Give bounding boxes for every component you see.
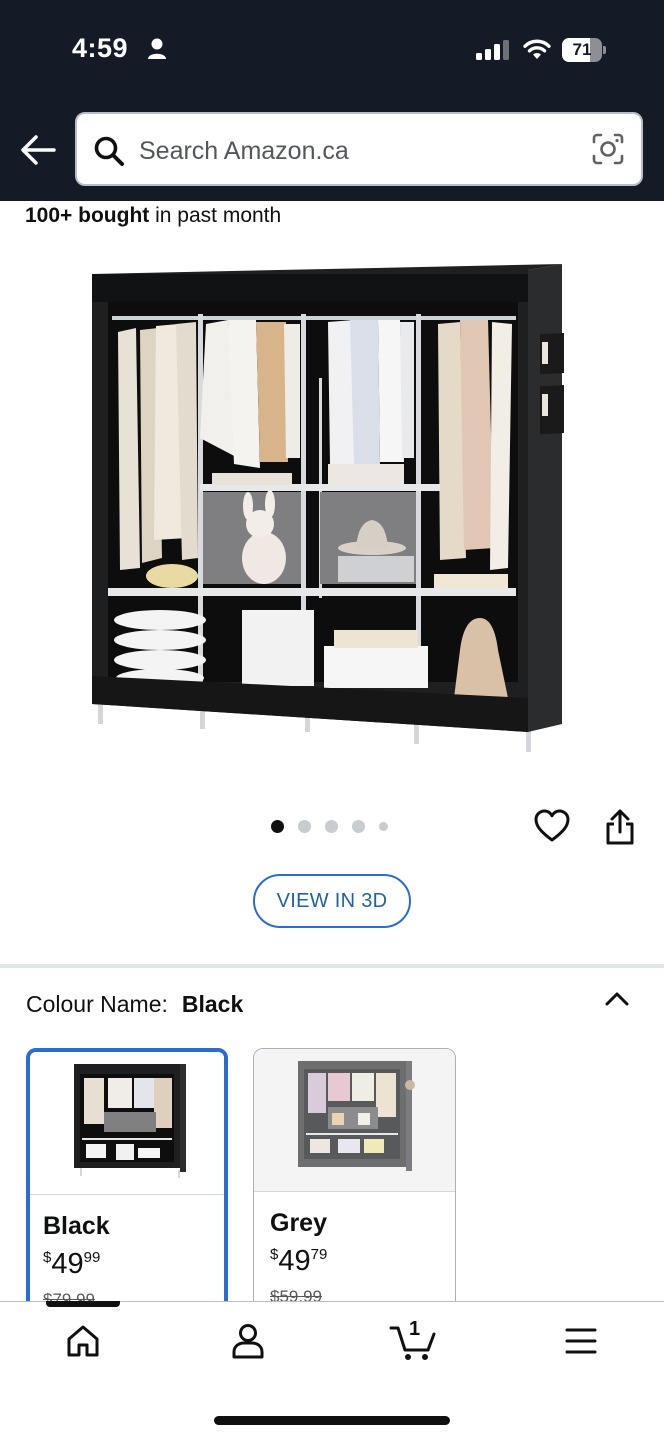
colour-option-grey[interactable]: Grey $4979 $59.99 [253, 1048, 456, 1318]
colour-name-label: Colour Name: [26, 991, 168, 1017]
view-in-3d-button[interactable]: VIEW IN 3D [253, 874, 411, 928]
camera-search-icon[interactable] [591, 132, 625, 166]
product-image[interactable] [88, 258, 564, 758]
wishlist-heart-icon[interactable] [533, 808, 571, 844]
battery-indicator: 71 [562, 38, 606, 62]
image-carousel-dots[interactable] [271, 818, 388, 834]
section-divider [0, 964, 664, 968]
swatch-thumbnail [74, 1064, 186, 1178]
colour-name-value: Black [181, 991, 244, 1017]
chevron-up-icon[interactable] [603, 988, 631, 1008]
search-icon [94, 136, 124, 166]
battery-percent: 71 [572, 40, 592, 59]
carousel-dot[interactable] [379, 821, 388, 831]
home-indicator-bar [214, 1416, 450, 1425]
wifi-icon [523, 39, 551, 59]
search-input[interactable]: Search Amazon.ca [75, 112, 643, 186]
carousel-dot[interactable] [271, 819, 284, 833]
bought-count-value: 100+ bought [25, 204, 150, 227]
back-arrow-icon[interactable] [18, 132, 58, 168]
swatch-name: Black [43, 1212, 110, 1240]
carousel-dot[interactable] [352, 819, 365, 833]
price-cents: 99 [83, 1249, 101, 1266]
price-whole: 49 [278, 1245, 311, 1277]
swatch-price: $4979 [270, 1245, 327, 1278]
menu-icon[interactable] [564, 1326, 598, 1356]
carousel-dot[interactable] [298, 819, 311, 833]
share-icon[interactable] [604, 808, 636, 846]
colour-name-row: Colour Name: Black [26, 991, 243, 1018]
account-icon[interactable] [229, 1322, 267, 1360]
person-icon [148, 38, 166, 59]
cart-count-badge: 1 [409, 1318, 421, 1340]
swatch-image [30, 1052, 224, 1194]
active-tab-indicator [46, 1301, 120, 1307]
bought-count: 100+ bought in past month [25, 204, 281, 228]
top-header: 4:59 71 Search Amazon.ca [0, 0, 664, 201]
bought-count-suffix: in past month [149, 204, 282, 227]
cellular-signal-icon [476, 40, 509, 60]
status-time: 4:59 [72, 33, 129, 63]
swatch-name: Grey [270, 1209, 327, 1237]
swatch-image [254, 1049, 455, 1191]
carousel-dot[interactable] [325, 819, 338, 833]
search-placeholder: Search Amazon.ca [139, 137, 349, 165]
colour-option-black[interactable]: Black $4999 $79.99 [26, 1048, 228, 1318]
price-whole: 49 [51, 1248, 84, 1280]
home-icon[interactable] [64, 1322, 102, 1360]
swatch-thumbnail [298, 1061, 415, 1171]
swatch-price: $4999 [43, 1248, 100, 1281]
price-cents: 79 [310, 1246, 328, 1263]
